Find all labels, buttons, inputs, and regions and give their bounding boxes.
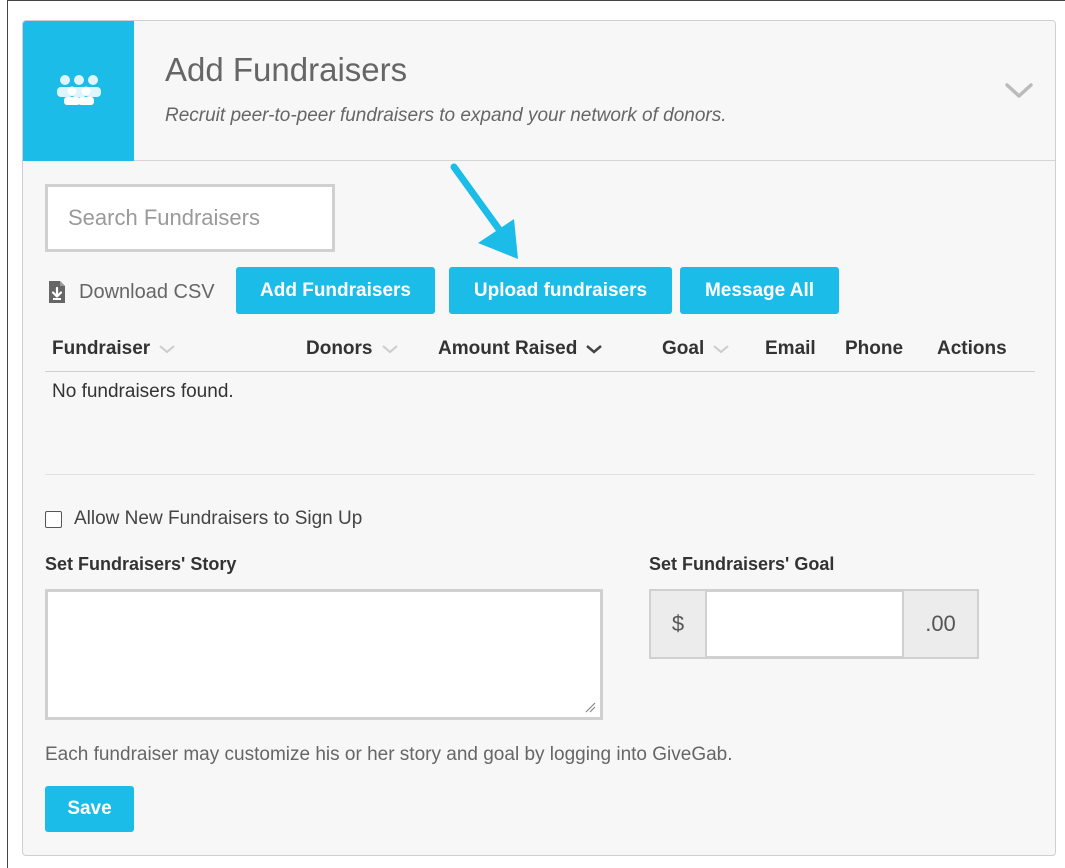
- panel-subtitle: Recruit peer-to-peer fundraisers to expa…: [165, 105, 727, 126]
- add-fundraisers-button[interactable]: Add Fundraisers: [236, 267, 435, 314]
- sort-chevron-icon: [381, 345, 398, 354]
- panel-title: Add Fundraisers: [165, 51, 408, 88]
- sort-chevron-icon: [159, 345, 175, 354]
- column-header-actions: Actions: [937, 338, 1007, 360]
- sort-chevron-icon: [713, 345, 729, 354]
- table-header-divider: [45, 371, 1035, 372]
- allow-signup-checkbox[interactable]: [45, 510, 62, 528]
- column-header-phone: Phone: [845, 338, 903, 360]
- column-label: Goal: [662, 338, 705, 359]
- column-label: Email: [765, 338, 816, 359]
- download-csv-link[interactable]: Download CSV: [47, 277, 215, 307]
- goal-input-group: $ .00: [649, 589, 979, 659]
- empty-table-message: No fundraisers found.: [52, 381, 234, 402]
- column-header-amount-raised[interactable]: Amount Raised: [438, 338, 603, 360]
- upload-fundraisers-button[interactable]: Upload fundraisers: [449, 267, 672, 314]
- search-input[interactable]: [45, 184, 335, 252]
- section-divider: [45, 474, 1035, 475]
- story-textarea[interactable]: [45, 589, 603, 720]
- column-header-donors[interactable]: Donors: [306, 338, 399, 360]
- download-csv-label: Download CSV: [79, 280, 215, 303]
- panel-header[interactable]: Add Fundraisers Recruit peer-to-peer fun…: [23, 21, 1055, 161]
- story-label: Set Fundraisers' Story: [45, 554, 237, 574]
- column-header-fundraiser[interactable]: Fundraiser: [52, 338, 176, 360]
- column-label: Fundraiser: [52, 338, 151, 359]
- resize-handle-icon[interactable]: [584, 701, 596, 713]
- goal-cents-suffix: .00: [902, 589, 979, 659]
- allow-signup-row[interactable]: Allow New Fundraisers to Sign Up: [45, 508, 362, 530]
- column-label: Phone: [845, 338, 904, 359]
- message-all-button[interactable]: Message All: [680, 267, 839, 314]
- chevron-down-icon[interactable]: [1003, 79, 1035, 103]
- goal-currency-prefix: $: [649, 589, 707, 659]
- add-fundraisers-panel: Add Fundraisers Recruit peer-to-peer fun…: [22, 20, 1056, 856]
- callout-arrow: [450, 163, 518, 259]
- allow-signup-label: Allow New Fundraisers to Sign Up: [74, 508, 363, 529]
- column-label: Actions: [937, 338, 1007, 359]
- column-header-email: Email: [765, 338, 816, 360]
- goal-amount-input[interactable]: [707, 589, 902, 659]
- download-file-icon: [49, 281, 65, 303]
- group-icon: [55, 73, 103, 110]
- goal-label: Set Fundraisers' Goal: [649, 554, 835, 574]
- column-label: Donors: [306, 338, 373, 359]
- column-header-goal[interactable]: Goal: [662, 338, 730, 360]
- sort-chevron-icon: [586, 345, 603, 354]
- save-button[interactable]: Save: [45, 786, 134, 832]
- help-text: Each fundraiser may customize his or her…: [45, 744, 733, 765]
- column-label: Amount Raised: [438, 338, 578, 359]
- header-icon-box: [23, 21, 134, 161]
